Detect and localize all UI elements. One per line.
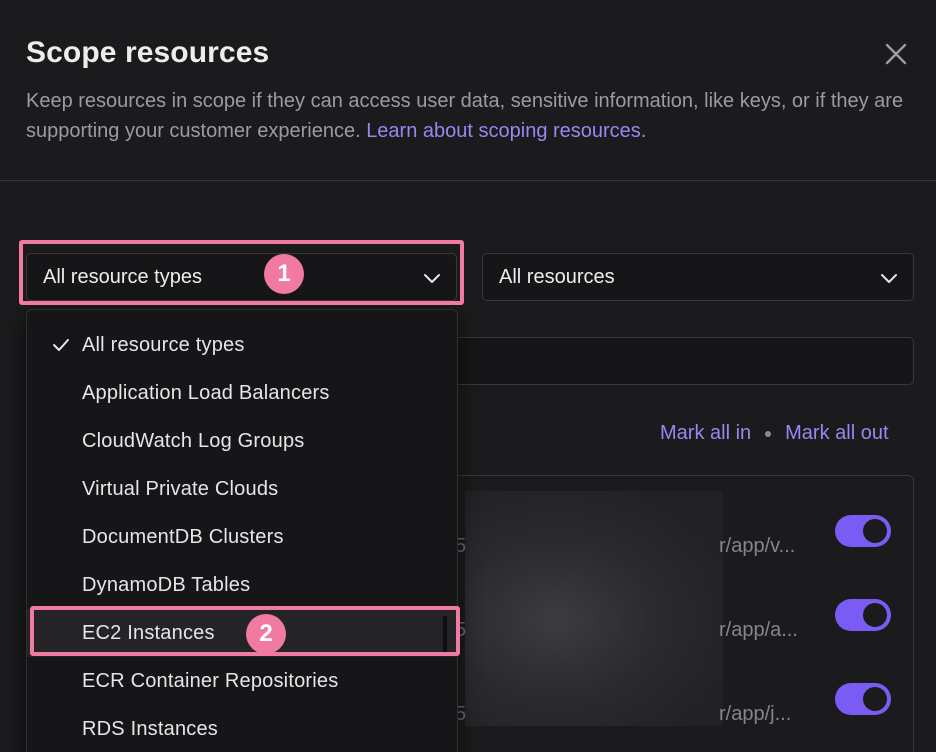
- mark-all-in-link[interactable]: Mark all in: [660, 422, 751, 445]
- chevron-down-icon: [881, 274, 897, 283]
- row-path: r/app/v...: [719, 535, 796, 557]
- redacted-region: [465, 491, 723, 726]
- scope-toggle[interactable]: [835, 683, 891, 715]
- resource-type-select[interactable]: All resource types: [26, 253, 457, 301]
- dropdown-option-rds-instances[interactable]: RDS Instances: [27, 705, 457, 752]
- row-path: r/app/j...: [719, 703, 792, 725]
- dropdown-option-virtual-private-clouds[interactable]: Virtual Private Clouds: [27, 465, 457, 513]
- description-suffix: .: [640, 120, 647, 142]
- scope-toggle[interactable]: [835, 515, 891, 547]
- resource-type-select-value: All resource types: [43, 265, 202, 288]
- annotation-badge-step2: 2: [246, 614, 286, 654]
- learn-scoping-link[interactable]: Learn about scoping resources: [366, 120, 641, 142]
- dropdown-option-label: Application Load Balancers: [82, 381, 330, 404]
- resource-select-value: All resources: [499, 265, 615, 288]
- header-divider: [0, 180, 936, 181]
- separator-dot: [765, 430, 772, 437]
- bulk-actions: Mark all in Mark all out: [660, 422, 889, 445]
- resource-select[interactable]: All resources: [482, 253, 914, 301]
- dropdown-option-label: All resource types: [82, 333, 245, 356]
- row-path: r/app/a...: [719, 619, 798, 641]
- dropdown-option-all-resource-types[interactable]: All resource types: [27, 321, 457, 369]
- dropdown-scrollbar[interactable]: [443, 616, 447, 654]
- dropdown-option-label: DynamoDB Tables: [82, 573, 251, 596]
- resource-type-dropdown: All resource types Application Load Bala…: [26, 309, 458, 752]
- mark-all-out-link[interactable]: Mark all out: [785, 422, 888, 445]
- annotation-badge-step1: 1: [264, 254, 304, 294]
- resource-list: 5 r/app/v... 5 r/app/a... 5 r/app/j...: [440, 475, 914, 752]
- chevron-down-icon: [424, 274, 440, 283]
- dropdown-option-ecr-container-repositories[interactable]: ECR Container Repositories: [27, 657, 457, 705]
- dropdown-option-cloudwatch-log-groups[interactable]: CloudWatch Log Groups: [27, 417, 457, 465]
- dropdown-option-label: DocumentDB Clusters: [82, 525, 284, 548]
- scope-toggle[interactable]: [835, 599, 891, 631]
- dropdown-option-label: Virtual Private Clouds: [82, 477, 279, 500]
- dropdown-option-application-load-balancers[interactable]: Application Load Balancers: [27, 369, 457, 417]
- close-icon[interactable]: [882, 40, 910, 68]
- modal-title: Scope resources: [26, 36, 270, 69]
- checkmark-icon: [53, 339, 69, 351]
- dropdown-option-label: RDS Instances: [82, 717, 218, 740]
- dropdown-option-documentdb-clusters[interactable]: DocumentDB Clusters: [27, 513, 457, 561]
- search-input[interactable]: [440, 337, 914, 385]
- dropdown-option-label: ECR Container Repositories: [82, 669, 339, 692]
- dropdown-option-label: CloudWatch Log Groups: [82, 429, 305, 452]
- dropdown-option-label: EC2 Instances: [82, 621, 215, 644]
- dropdown-option-ec2-instances[interactable]: EC2 Instances: [27, 609, 457, 657]
- modal-description: Keep resources in scope if they can acce…: [26, 86, 906, 146]
- dropdown-option-dynamodb-tables[interactable]: DynamoDB Tables: [27, 561, 457, 609]
